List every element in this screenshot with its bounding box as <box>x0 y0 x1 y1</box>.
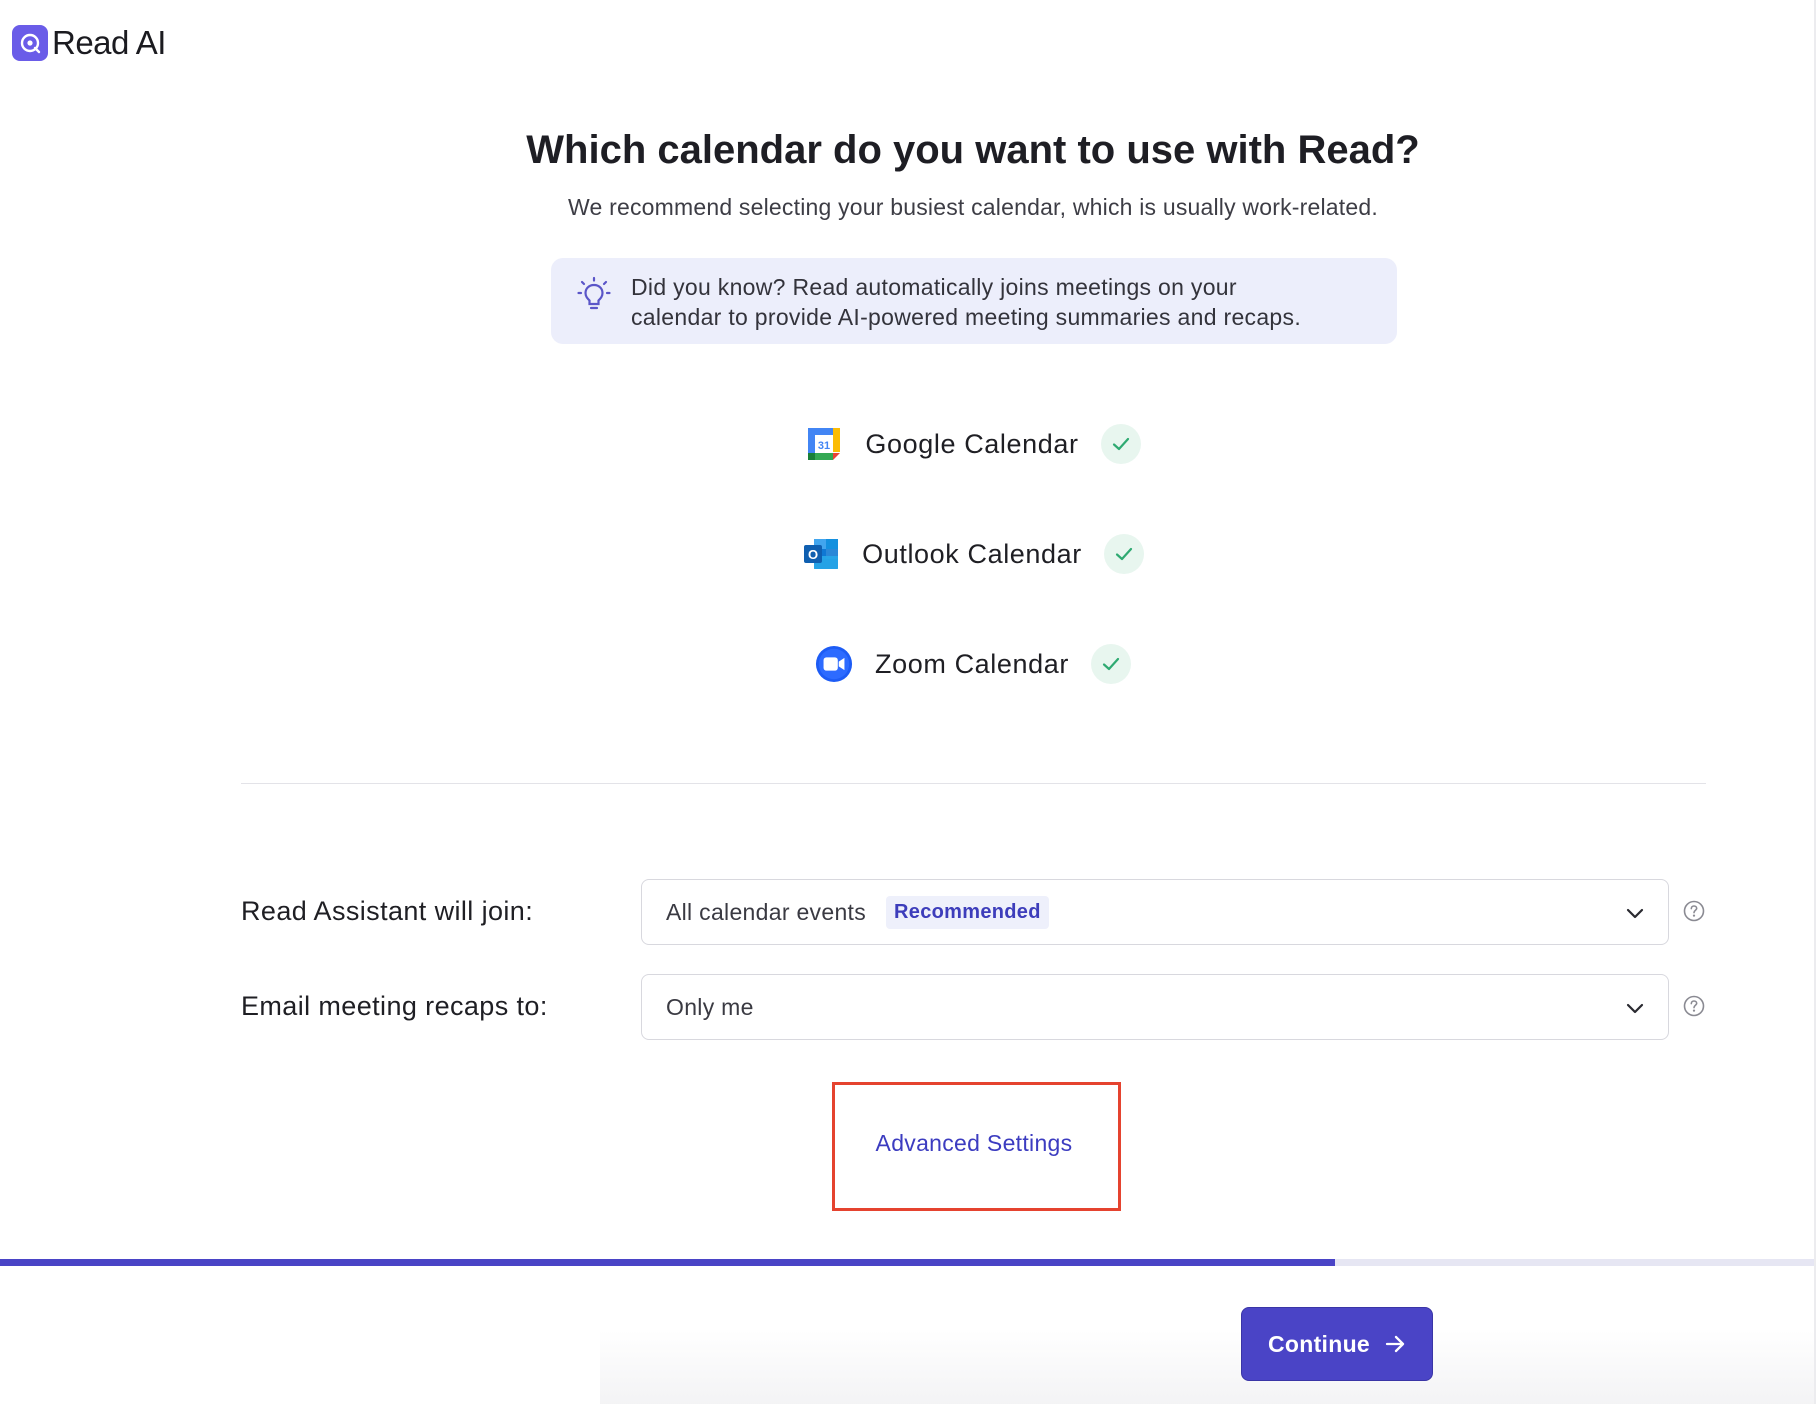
select-value: All calendar events <box>666 898 867 925</box>
page-subtitle: We recommend selecting your busiest cale… <box>568 194 1378 220</box>
recommended-badge: Recommended <box>886 895 1049 929</box>
page-title: Which calendar do you want to use with R… <box>526 128 1420 172</box>
calendar-label: Outlook Calendar <box>862 538 1082 569</box>
continue-label: Continue <box>1267 1330 1371 1357</box>
assistant-join-label: Read Assistant will join: <box>241 896 534 926</box>
read-ai-logo[interactable]: Read AI <box>12 24 166 62</box>
calendar-label: Zoom Calendar <box>875 648 1069 679</box>
lightbulb-icon <box>577 276 611 310</box>
tip-line-2: calendar to provide AI-powered meeting s… <box>631 304 1302 330</box>
chevron-down-icon <box>1626 908 1644 919</box>
svg-text:O: O <box>808 547 818 562</box>
progress-bar-fill <box>0 1259 1335 1266</box>
section-divider <box>241 783 1706 784</box>
calendar-label: Google Calendar <box>865 428 1079 459</box>
continue-button[interactable]: Continue <box>1241 1307 1433 1381</box>
onboarding-page: Read AI Which calendar do you want to us… <box>0 0 1816 1404</box>
calendar-option-google[interactable]: 31 Google Calendar <box>0 424 1816 464</box>
tip-line-1: Did you know? Read automatically joins m… <box>631 274 1237 300</box>
connected-check-icon <box>1103 534 1144 574</box>
zoom-calendar-icon <box>815 645 853 683</box>
arrow-right-icon <box>1385 1335 1405 1353</box>
help-icon[interactable] <box>1683 995 1705 1017</box>
footer-shadow <box>600 1330 1816 1404</box>
tip-text: Did you know? Read automatically joins m… <box>631 272 1301 332</box>
google-calendar-icon: 31 <box>805 425 843 463</box>
assistant-join-select[interactable]: All calendar events Recommended <box>641 879 1669 945</box>
connected-check-icon <box>1090 644 1131 684</box>
outlook-calendar-icon: O <box>802 535 840 573</box>
connected-check-icon <box>1100 424 1141 464</box>
advanced-settings-link[interactable]: Advanced Settings <box>832 1130 1116 1157</box>
email-recaps-select[interactable]: Only me <box>641 974 1669 1040</box>
calendar-option-zoom[interactable]: Zoom Calendar <box>0 644 1816 684</box>
help-icon[interactable] <box>1683 900 1705 922</box>
chevron-down-icon <box>1626 1003 1644 1014</box>
read-ai-logo-icon <box>12 25 48 61</box>
email-recaps-label: Email meeting recaps to: <box>241 991 548 1021</box>
did-you-know-tip: Did you know? Read automatically joins m… <box>551 258 1397 344</box>
brand-name: Read AI <box>52 24 166 61</box>
calendar-option-outlook[interactable]: O Outlook Calendar <box>0 534 1816 574</box>
progress-bar <box>0 1259 1816 1266</box>
svg-text:31: 31 <box>818 440 830 452</box>
select-value: Only me <box>666 993 754 1020</box>
